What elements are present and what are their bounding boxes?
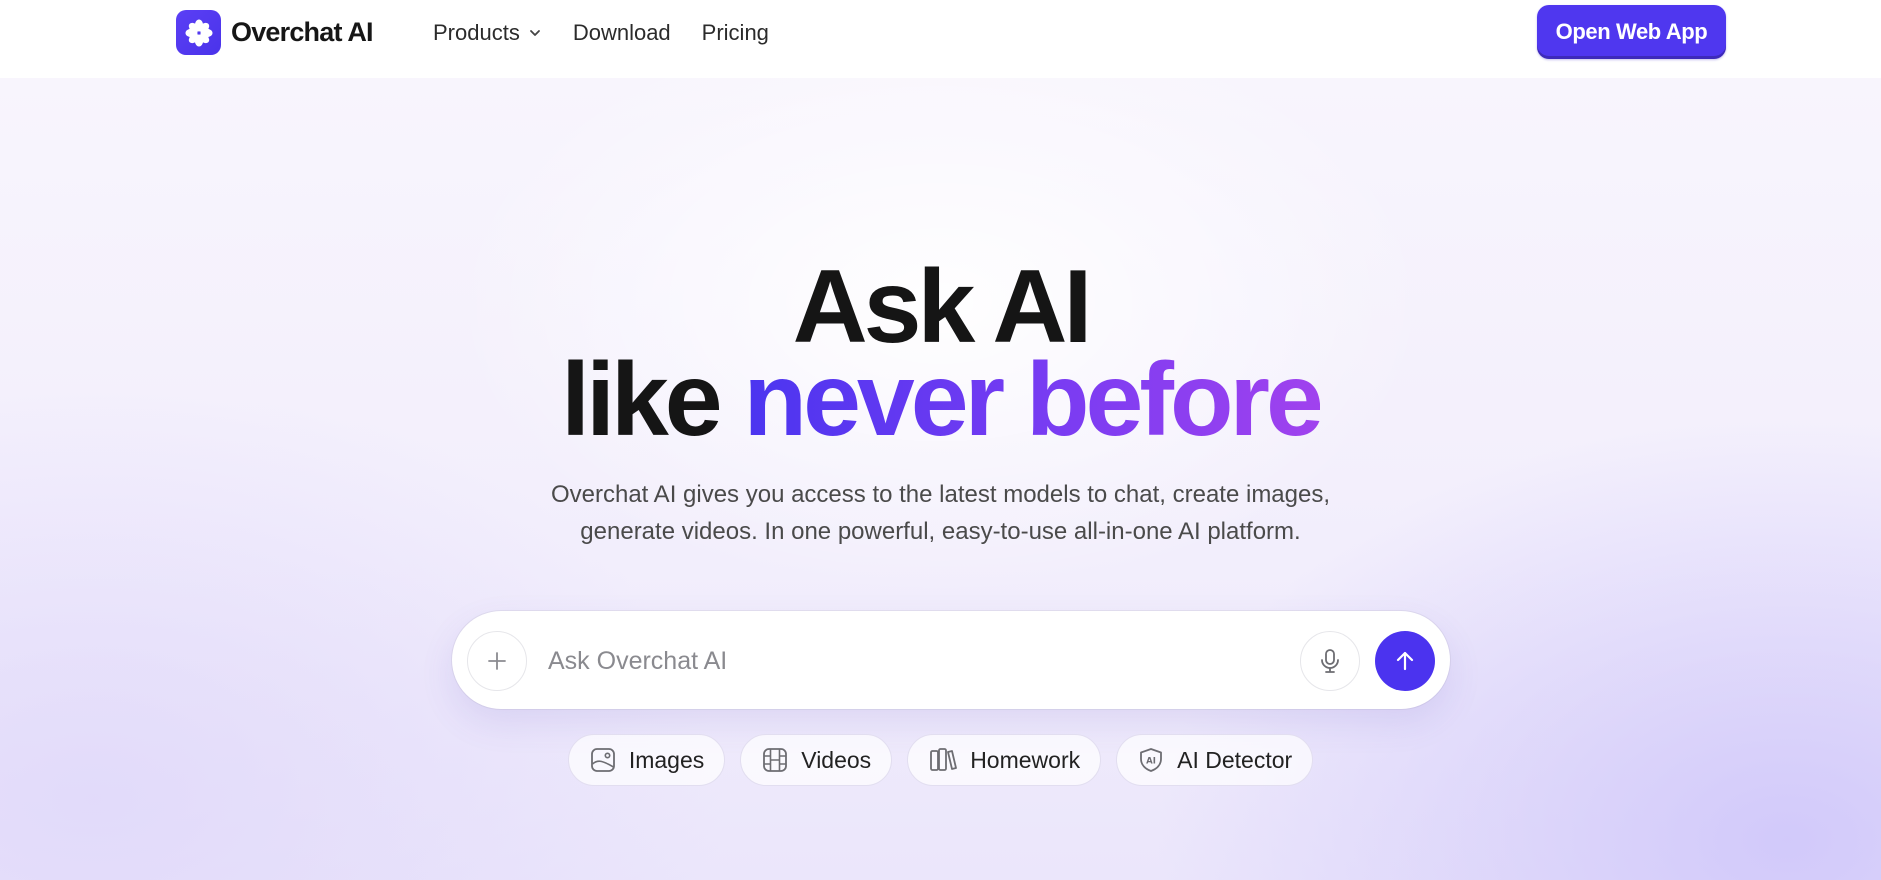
svg-text:AI: AI [1146, 757, 1156, 767]
image-icon [590, 748, 615, 772]
plus-icon [488, 652, 506, 670]
voice-input-button[interactable] [1300, 631, 1360, 691]
headline-plain-word: like [561, 342, 722, 458]
chip-ai-detector[interactable]: AI AI Detector [1116, 734, 1314, 786]
film-icon [763, 748, 788, 772]
chip-homework[interactable]: Homework [907, 734, 1102, 786]
chip-images[interactable]: Images [567, 734, 726, 786]
headline-line-2: like never before [0, 348, 1881, 452]
microphone-icon [1321, 649, 1339, 673]
open-web-app-button[interactable]: Open Web App [1537, 5, 1726, 59]
brand-name: Overchat AI [231, 17, 374, 47]
attach-button[interactable] [467, 631, 527, 691]
chip-label: Videos [801, 746, 872, 773]
arrow-up-icon [1396, 651, 1414, 671]
nav-item-label: Pricing [701, 20, 769, 45]
quick-action-chips: Images Videos Homework AI AI Detector [0, 734, 1881, 786]
chip-videos[interactable]: Videos [740, 734, 893, 786]
brand-logo-link[interactable]: Overchat AI [176, 10, 374, 55]
chip-label: Images [628, 746, 705, 773]
nav-item-products[interactable]: Products [433, 20, 542, 46]
site-header: Overchat AI Products Download Pricing Op… [0, 0, 1881, 78]
main-nav: Products Download Pricing [433, 18, 769, 48]
chip-label: Homework [970, 746, 1081, 773]
nav-item-label: Download [572, 20, 671, 45]
chevron-down-icon [529, 30, 540, 36]
chip-label: AI Detector [1177, 746, 1293, 773]
asterisk-logo-icon [176, 10, 221, 55]
prompt-bar [452, 611, 1450, 709]
nav-item-label: Products [433, 20, 520, 45]
headline-accent-text: never before [743, 342, 1324, 458]
ask-input[interactable] [546, 635, 1270, 687]
books-icon [930, 748, 958, 771]
send-button[interactable] [1375, 631, 1435, 691]
nav-item-download[interactable]: Download [573, 20, 671, 46]
nav-item-pricing[interactable]: Pricing [702, 20, 769, 46]
hero-subtitle-line-2: generate videos. In one powerful, easy-t… [580, 518, 1301, 545]
hero-subtitle-line-1: Overchat AI gives you access to the late… [550, 481, 1331, 508]
shield-ai-icon: AI [1140, 748, 1163, 772]
